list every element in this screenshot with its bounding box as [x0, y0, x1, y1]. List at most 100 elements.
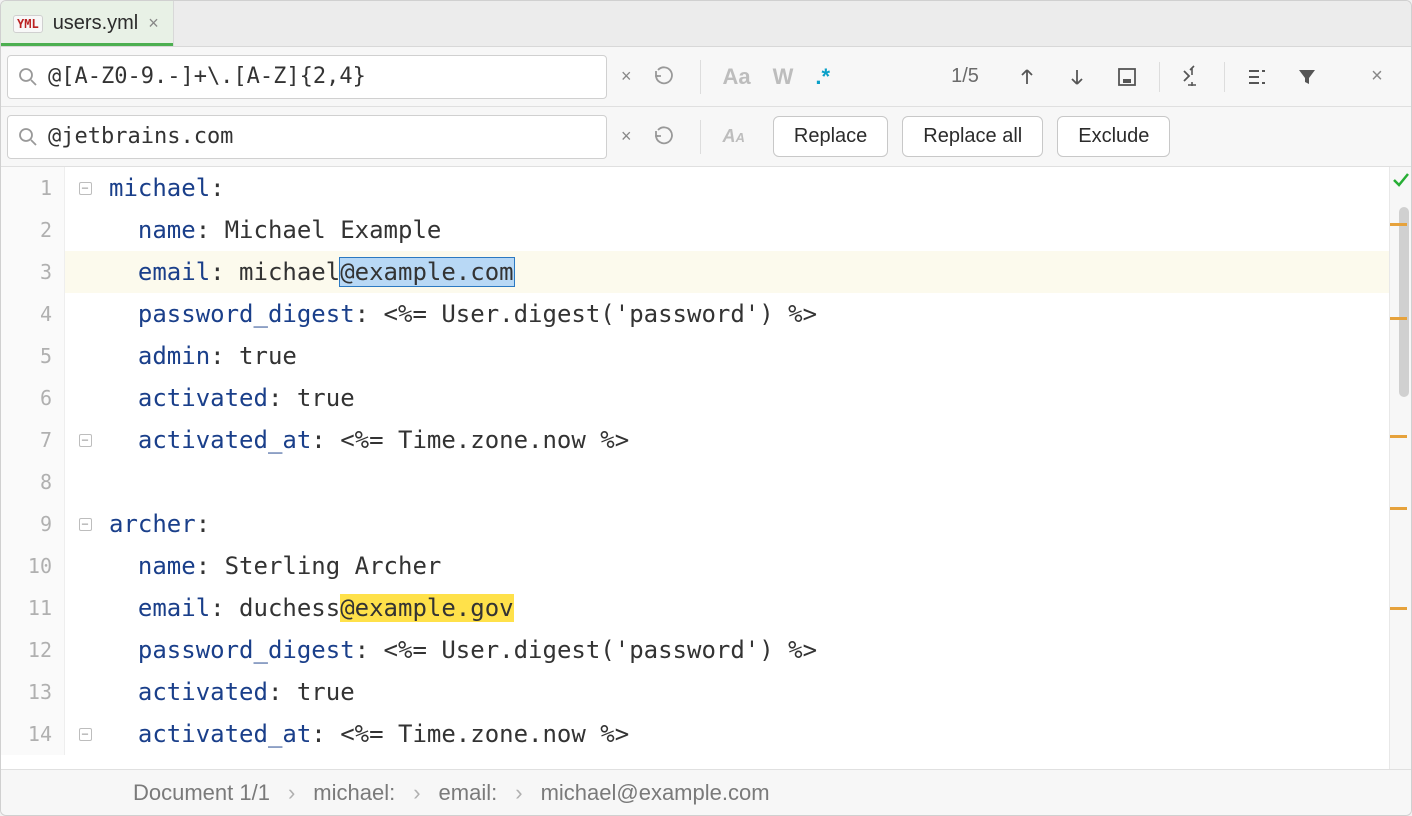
file-tab[interactable]: YML users.yml × — [1, 1, 174, 46]
close-search-icon[interactable]: × — [1359, 59, 1395, 95]
search-history-icon[interactable] — [646, 65, 686, 89]
code-line[interactable]: 1 michael: — [1, 167, 1389, 209]
code-content: password_digest: <%= User.digest('passwo… — [105, 629, 1389, 671]
crumb-doc[interactable]: Document 1/1 — [133, 780, 270, 806]
replace-button[interactable]: Replace — [773, 116, 888, 157]
gutter-linenum: 11 — [1, 587, 65, 629]
editor-area: 1 michael:2 name: Michael Example3 email:… — [1, 167, 1411, 769]
fold-toggle[interactable] — [65, 182, 105, 195]
marker[interactable] — [1390, 607, 1407, 610]
code-line[interactable]: 3 email: michael@example.com — [1, 251, 1389, 293]
match-case-toggle[interactable]: Aa — [715, 64, 759, 90]
marker-strip[interactable] — [1389, 167, 1411, 769]
replace-icon — [18, 127, 38, 147]
gutter-linenum: 8 — [1, 461, 65, 503]
close-tab-icon[interactable]: × — [148, 13, 159, 34]
code-line[interactable]: 8 — [1, 461, 1389, 503]
code-line[interactable]: 4 password_digest: <%= User.digest('pass… — [1, 293, 1389, 335]
replace-input[interactable] — [48, 124, 596, 149]
chevron-right-icon: › — [515, 780, 522, 806]
search-nav-group: 1/5 × — [935, 59, 1401, 95]
filetype-badge: YML — [13, 15, 43, 33]
whole-word-toggle[interactable]: W — [765, 64, 802, 90]
marker[interactable] — [1390, 507, 1407, 510]
add-selection-icon[interactable] — [1174, 59, 1210, 95]
separator — [1224, 62, 1225, 92]
code-content: activated_at: <%= Time.zone.now %> — [105, 419, 1389, 461]
crumb-section[interactable]: michael: — [313, 780, 395, 806]
preserve-case-toggle[interactable]: AA — [715, 126, 753, 147]
crumb-value[interactable]: michael@example.com — [541, 780, 770, 806]
fold-toggle[interactable] — [65, 518, 105, 531]
code-content: archer: — [105, 503, 1389, 545]
code-line[interactable]: 12 password_digest: <%= User.digest('pas… — [1, 629, 1389, 671]
code-content: password_digest: <%= User.digest('passwo… — [105, 293, 1389, 335]
code-line[interactable]: 5 admin: true — [1, 335, 1389, 377]
gutter-linenum: 1 — [1, 167, 65, 209]
chevron-right-icon: › — [288, 780, 295, 806]
gutter-linenum: 4 — [1, 293, 65, 335]
more-options-icon[interactable] — [1239, 59, 1275, 95]
code-line[interactable]: 7 activated_at: <%= Time.zone.now %> — [1, 419, 1389, 461]
tab-filename: users.yml — [53, 12, 139, 35]
code-content: michael: — [105, 167, 1389, 209]
code-content: email: duchess@example.gov — [105, 587, 1389, 629]
fold-toggle[interactable] — [65, 434, 105, 447]
regex-toggle[interactable]: .* — [807, 64, 838, 90]
chevron-right-icon: › — [413, 780, 420, 806]
exclude-button[interactable]: Exclude — [1057, 116, 1170, 157]
code-content: activated: true — [105, 671, 1389, 713]
gutter-linenum: 6 — [1, 377, 65, 419]
gutter-linenum: 13 — [1, 671, 65, 713]
fold-toggle[interactable] — [65, 728, 105, 741]
tab-bar: YML users.yml × — [1, 1, 1411, 47]
prev-match-icon[interactable] — [1009, 59, 1045, 95]
marker[interactable] — [1390, 317, 1407, 320]
search-toolbar: × Aa W .* 1/5 × — [1, 47, 1411, 107]
code-editor[interactable]: 1 michael:2 name: Michael Example3 email:… — [1, 167, 1389, 769]
code-content: admin: true — [105, 335, 1389, 377]
clear-search-icon[interactable]: × — [613, 66, 640, 87]
filter-icon[interactable] — [1289, 59, 1325, 95]
replace-all-button[interactable]: Replace all — [902, 116, 1043, 157]
gutter-linenum: 10 — [1, 545, 65, 587]
marker[interactable] — [1390, 435, 1407, 438]
replace-input-wrap — [7, 115, 607, 159]
clear-replace-icon[interactable]: × — [613, 126, 640, 147]
replace-history-icon[interactable] — [646, 125, 686, 149]
select-all-occurrences-icon[interactable] — [1109, 59, 1145, 95]
scrollbar-thumb[interactable] — [1399, 207, 1409, 397]
ide-panel: YML users.yml × × Aa W .* 1/5 — [0, 0, 1412, 816]
code-line[interactable]: 9 archer: — [1, 503, 1389, 545]
code-line[interactable]: 13 activated: true — [1, 671, 1389, 713]
gutter-linenum: 3 — [1, 251, 65, 293]
match-counter: 1/5 — [935, 65, 995, 88]
gutter-linenum: 14 — [1, 713, 65, 755]
gutter-linenum: 5 — [1, 335, 65, 377]
gutter-linenum: 12 — [1, 629, 65, 671]
replace-buttons: Replace Replace all Exclude — [759, 116, 1171, 157]
separator — [1159, 62, 1160, 92]
crumb-key[interactable]: email: — [439, 780, 498, 806]
separator — [700, 60, 701, 94]
code-content: name: Sterling Archer — [105, 545, 1389, 587]
inspection-ok-icon — [1392, 171, 1410, 189]
gutter-linenum: 7 — [1, 419, 65, 461]
marker[interactable] — [1390, 223, 1407, 226]
next-match-icon[interactable] — [1059, 59, 1095, 95]
code-content: email: michael@example.com — [105, 251, 1389, 293]
code-line[interactable]: 10 name: Sterling Archer — [1, 545, 1389, 587]
code-line[interactable]: 11 email: duchess@example.gov — [1, 587, 1389, 629]
separator — [700, 120, 701, 154]
code-line[interactable]: 2 name: Michael Example — [1, 209, 1389, 251]
replace-toolbar: × AA Replace Replace all Exclude — [1, 107, 1411, 167]
search-icon — [18, 67, 38, 87]
code-content: name: Michael Example — [105, 209, 1389, 251]
code-line[interactable]: 14 activated_at: <%= Time.zone.now %> — [1, 713, 1389, 755]
search-input-wrap — [7, 55, 607, 99]
code-content: activated: true — [105, 377, 1389, 419]
gutter-linenum: 9 — [1, 503, 65, 545]
code-line[interactable]: 6 activated: true — [1, 377, 1389, 419]
breadcrumbs: Document 1/1 › michael: › email: › micha… — [1, 769, 1411, 815]
search-input[interactable] — [48, 64, 596, 89]
